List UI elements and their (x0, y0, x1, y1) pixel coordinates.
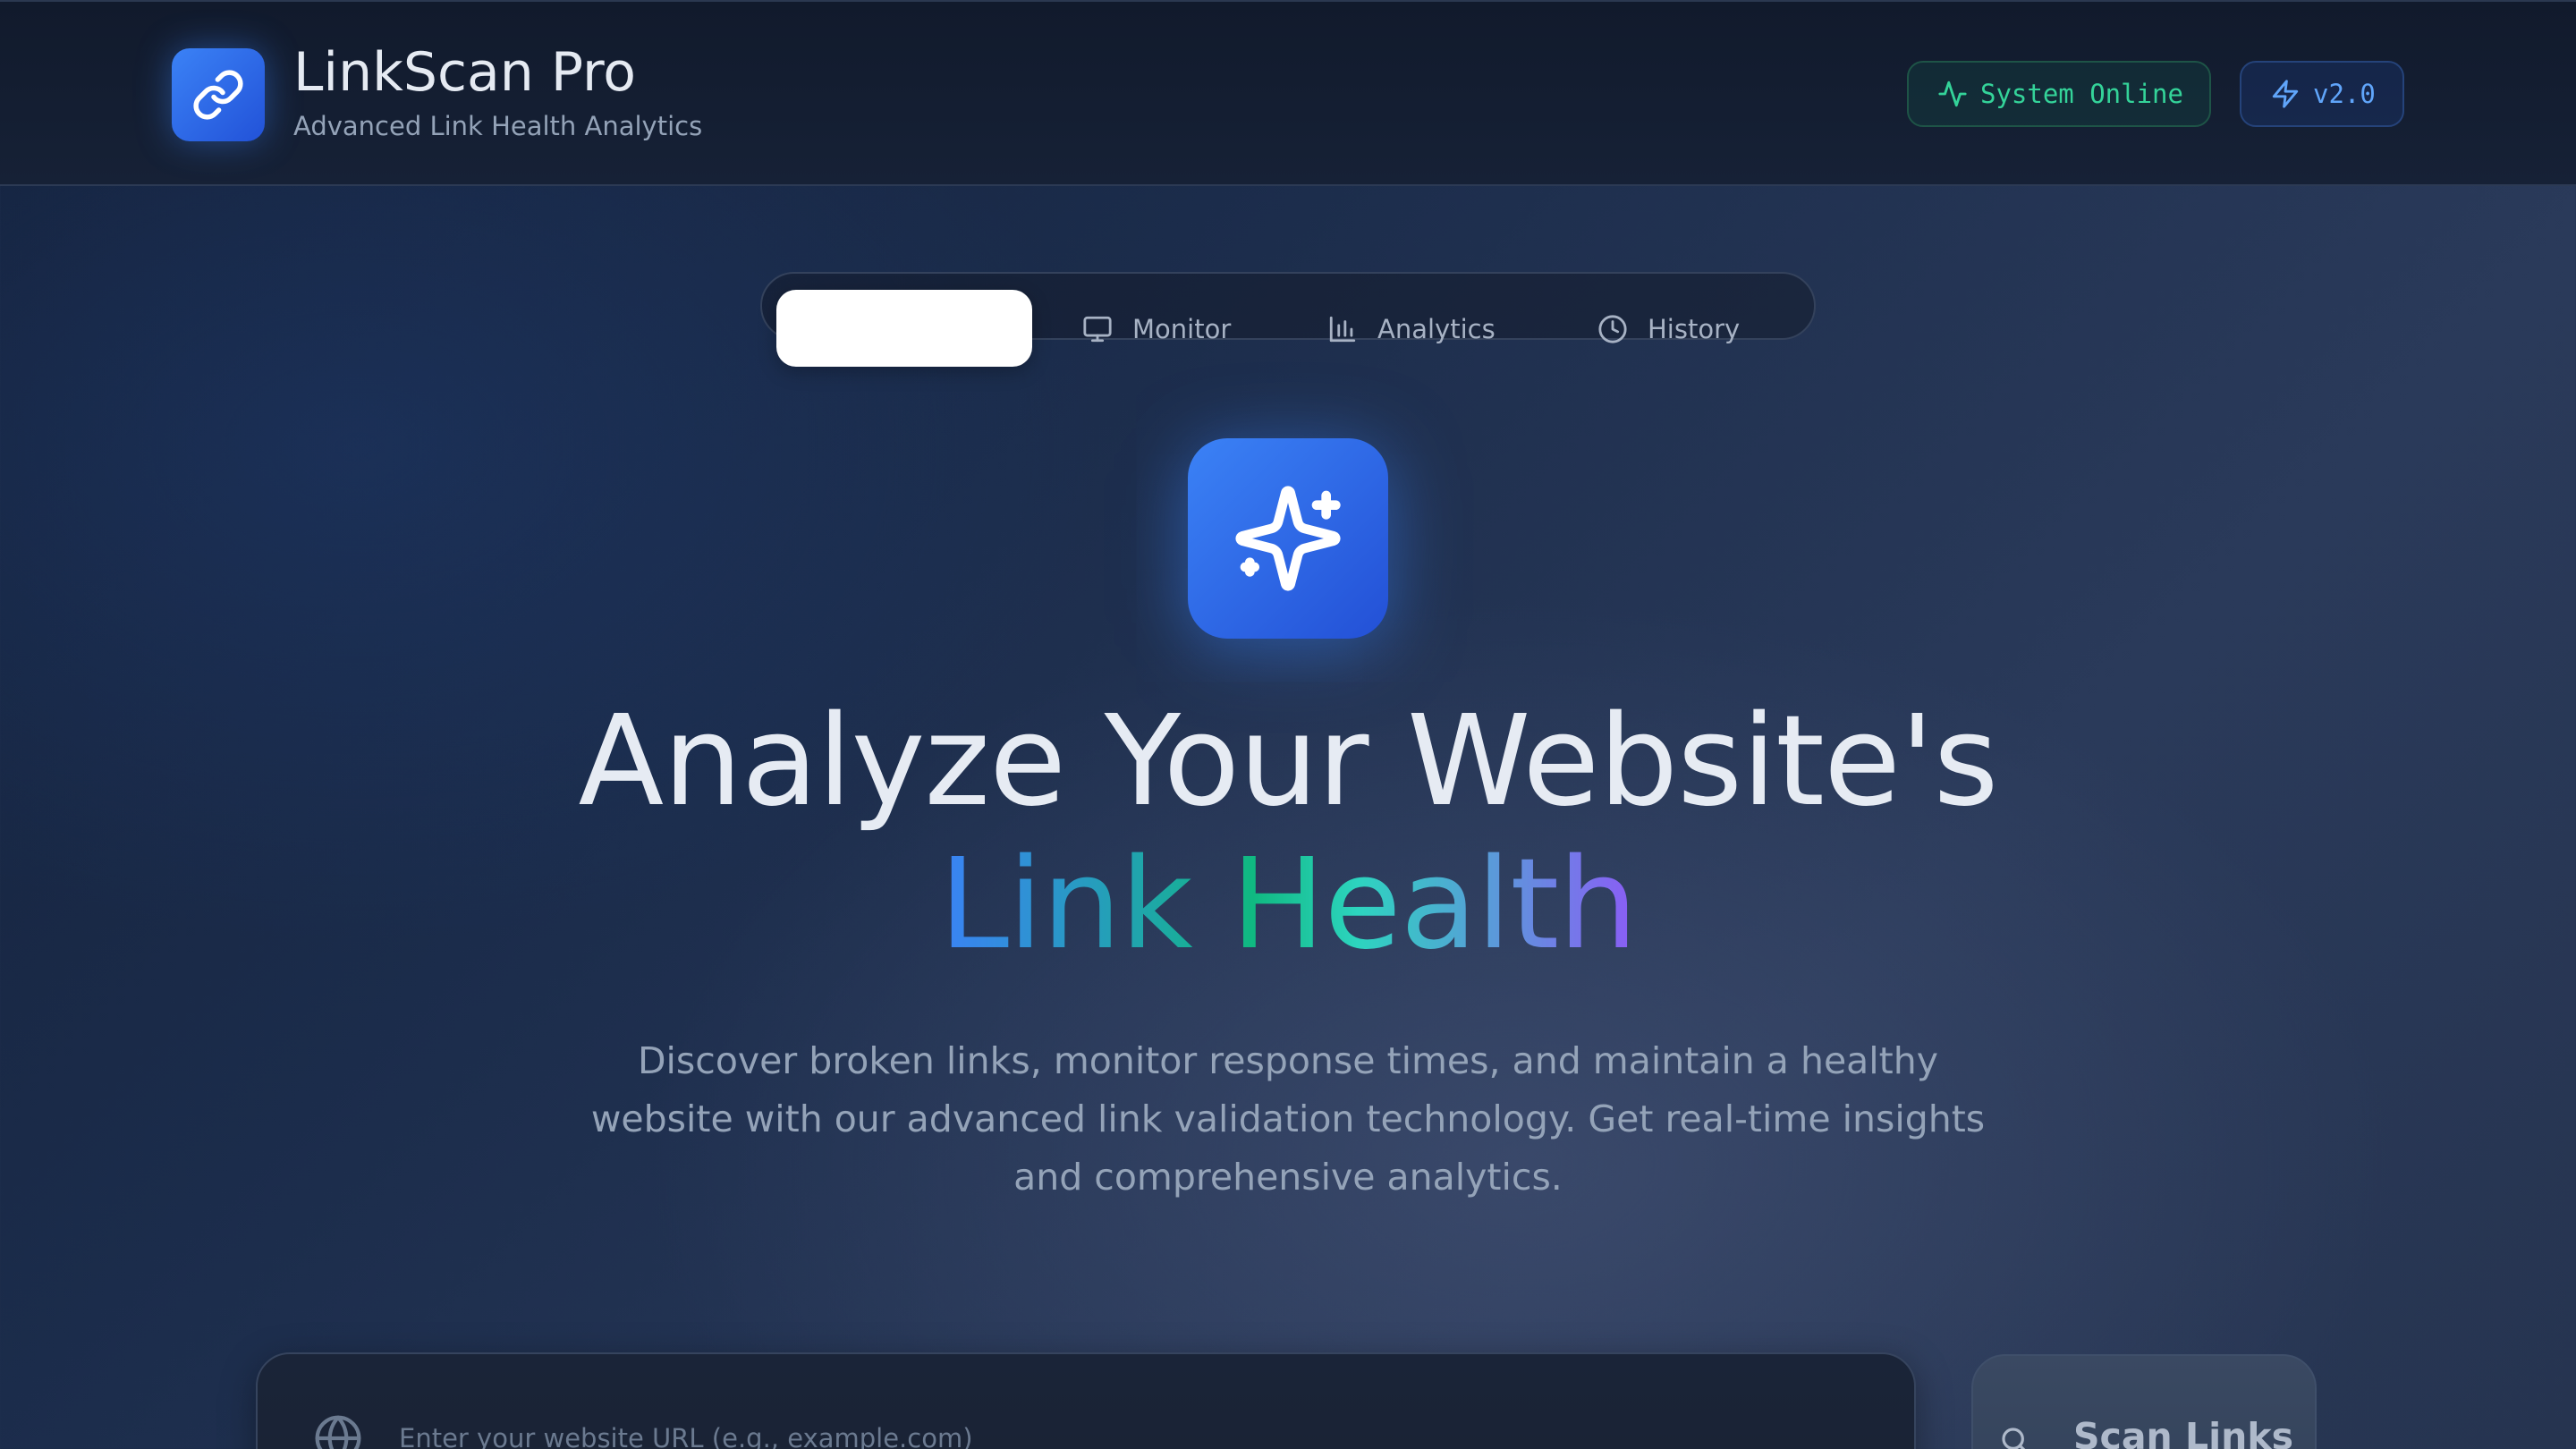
hero-title-line2: Link Health (0, 832, 2576, 978)
globe-icon (315, 1415, 361, 1449)
tab-history[interactable]: History (1597, 290, 1740, 369)
hero-title-highlight: Link Health (939, 832, 1638, 978)
hero-description: Discover broken links, monitor response … (590, 1039, 1986, 1199)
tab-analytics[interactable]: Analytics (1327, 290, 1496, 369)
system-status-label: System Online (1980, 79, 2183, 109)
app-subtitle: Advanced Link Health Analytics (293, 111, 703, 141)
scan-links-label: Scan Links (2073, 1415, 2293, 1449)
hero-icon-box (1188, 438, 1388, 639)
tab-monitor[interactable]: Monitor (1082, 290, 1231, 369)
bar-chart-icon (1329, 316, 1356, 343)
tab-scan[interactable] (776, 290, 1032, 367)
link-icon (193, 70, 243, 120)
version-label: v2.0 (2313, 79, 2376, 109)
app-logo[interactable] (172, 48, 265, 141)
url-input[interactable] (399, 1411, 1848, 1449)
lightning-icon (2272, 80, 2299, 108)
sparkles-icon (1235, 486, 1341, 591)
app-title: LinkScan Pro (293, 41, 636, 104)
system-status-badge: System Online (1907, 61, 2211, 127)
app-header: LinkScan Pro Advanced Link Health Analyt… (0, 0, 2576, 186)
hero-title-line1: Analyze Your Website's (578, 689, 1998, 835)
monitor-icon (1083, 316, 1112, 343)
tab-monitor-label: Monitor (1132, 314, 1232, 344)
tab-analytics-label: Analytics (1377, 314, 1496, 344)
activity-icon (1938, 80, 1967, 107)
tab-history-label: History (1648, 314, 1741, 344)
search-icon (2002, 1428, 2026, 1449)
version-badge: v2.0 (2240, 61, 2404, 127)
clock-icon (1598, 315, 1627, 343)
